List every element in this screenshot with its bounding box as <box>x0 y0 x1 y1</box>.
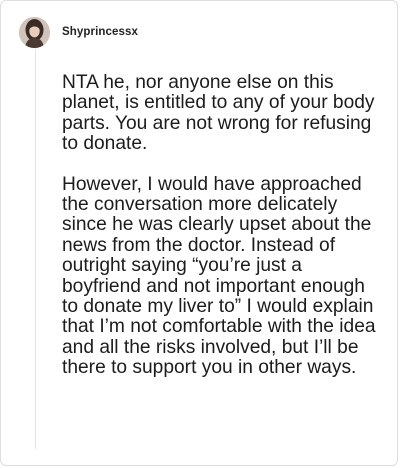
user-avatar[interactable] <box>19 17 50 48</box>
username[interactable]: Shyprincessx <box>62 26 138 38</box>
comment-body: NTA he, nor anyone else on this planet, … <box>62 72 380 379</box>
avatar-portrait-icon <box>19 17 50 48</box>
thread-line[interactable] <box>35 49 36 449</box>
comment-card: Shyprincessx NTA he, nor anyone else on … <box>0 0 398 466</box>
comment-paragraph: However, I would have approached the con… <box>62 173 376 379</box>
comment-paragraph: NTA he, nor anyone else on this planet, … <box>62 72 375 155</box>
